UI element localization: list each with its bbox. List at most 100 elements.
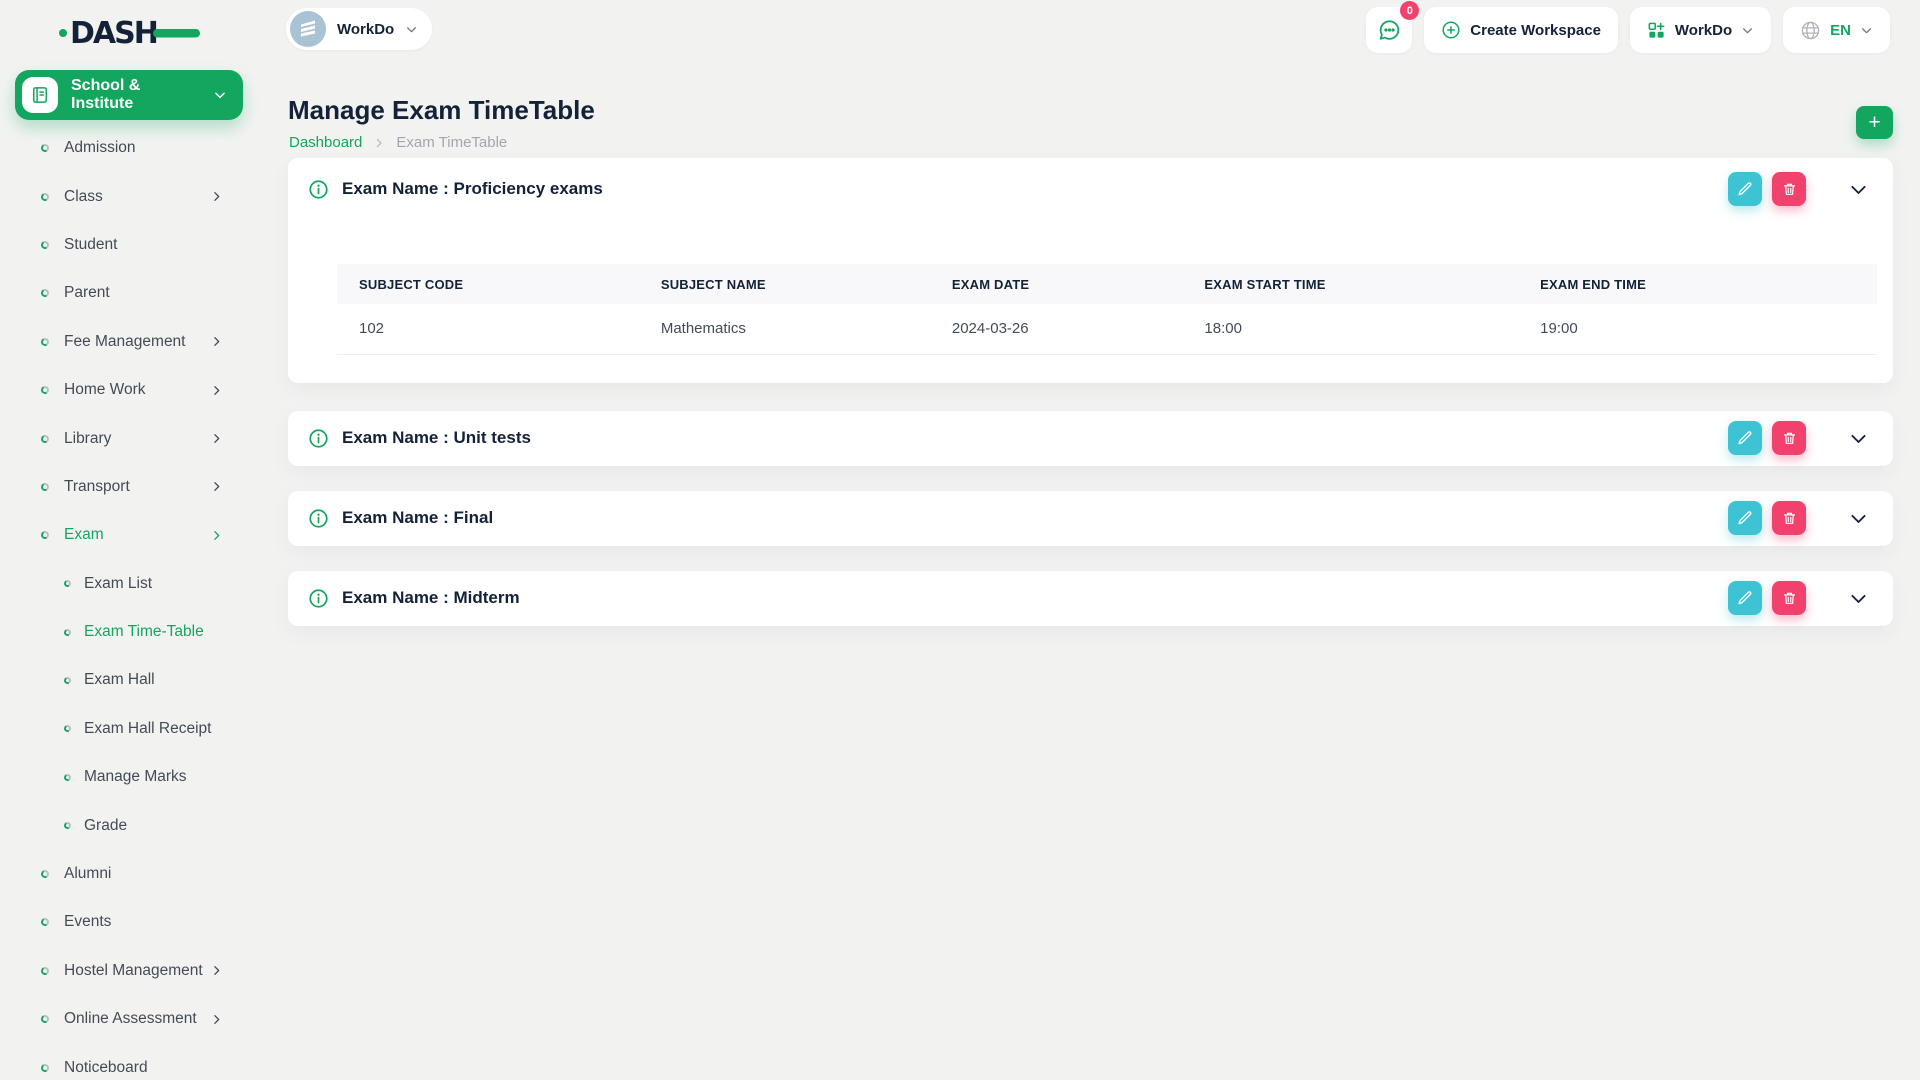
edit-exam-button[interactable] — [1728, 421, 1762, 455]
dash-logo[interactable]: DASH — [58, 12, 208, 52]
bullet-icon — [40, 530, 50, 540]
exam-card-midterm: Exam Name : Midterm — [288, 571, 1893, 626]
sidebar-item-label: Manage Marks — [84, 768, 187, 786]
chevron-right-icon — [210, 529, 223, 542]
delete-exam-button[interactable] — [1772, 581, 1806, 615]
chevron-right-icon — [210, 432, 223, 445]
exam-card-proficiency-exams: Exam Name : Proficiency exams SUBJECT COD… — [288, 158, 1893, 383]
language-selector-button[interactable]: EN — [1783, 7, 1890, 53]
sidebar-item-library[interactable]: Library — [0, 414, 262, 462]
bullet-icon — [40, 434, 50, 444]
info-icon — [308, 428, 329, 449]
collapse-toggle-button[interactable] — [1848, 508, 1869, 529]
delete-exam-button[interactable] — [1772, 501, 1806, 535]
exam-card-final: Exam Name : Final — [288, 491, 1893, 546]
bullet-icon — [40, 337, 50, 347]
sidebar-item-exam-hall-receipt[interactable]: Exam Hall Receipt — [0, 705, 262, 753]
sidebar-item-exam-time-table[interactable]: Exam Time-Table — [0, 608, 262, 656]
collapse-toggle-button[interactable] — [1848, 428, 1869, 449]
info-icon — [308, 508, 329, 529]
trash-icon — [1782, 590, 1797, 606]
chevron-down-icon — [1860, 24, 1873, 37]
chevron-right-icon — [210, 480, 223, 493]
breadcrumb-dashboard[interactable]: Dashboard — [289, 134, 362, 151]
module-selector[interactable]: School & Institute — [15, 70, 243, 120]
sidebar-item-class[interactable]: Class — [0, 172, 262, 220]
app-selector-button[interactable]: WorkDo — [1630, 7, 1771, 53]
exam-card-header[interactable]: Exam Name : Final — [288, 491, 1893, 546]
bullet-icon — [40, 240, 50, 250]
info-icon — [308, 588, 329, 609]
sidebar-item-events[interactable]: Events — [0, 898, 262, 946]
breadcrumb-current: Exam TimeTable — [396, 134, 507, 151]
book-icon — [22, 77, 58, 113]
sidebar-item-exam[interactable]: Exam — [0, 511, 262, 559]
sidebar-item-exam-list[interactable]: Exam List — [0, 560, 262, 608]
globe-icon — [1800, 20, 1821, 41]
chevron-down-icon — [405, 23, 418, 36]
language-code: EN — [1830, 22, 1851, 39]
edit-exam-button[interactable] — [1728, 581, 1762, 615]
exam-card-header[interactable]: Exam Name : Midterm — [288, 571, 1893, 626]
sidebar-item-home-work[interactable]: Home Work — [0, 366, 262, 414]
pencil-icon — [1737, 430, 1753, 446]
bullet-icon — [40, 1014, 50, 1024]
timetable-row: 102Mathematics2024-03-2618:0019:00 — [337, 304, 1877, 354]
sidebar-item-online-assessment[interactable]: Online Assessment — [0, 995, 262, 1043]
sidebar-item-label: Noticeboard — [64, 1059, 148, 1077]
sidebar-item-fee-management[interactable]: Fee Management — [0, 318, 262, 366]
svg-text:DASH: DASH — [70, 16, 157, 51]
timetable-cell: 2024-03-26 — [930, 304, 1183, 354]
sidebar-item-noticeboard[interactable]: Noticeboard — [0, 1043, 262, 1080]
sidebar-item-manage-marks[interactable]: Manage Marks — [0, 753, 262, 801]
sidebar-item-transport[interactable]: Transport — [0, 463, 262, 511]
sidebar-item-exam-hall[interactable]: Exam Hall — [0, 656, 262, 704]
circle-plus-icon — [1441, 20, 1461, 40]
breadcrumb: Dashboard Exam TimeTable — [289, 134, 507, 151]
timetable-header-row: SUBJECT CODESUBJECT NAMEEXAM DATEEXAM ST… — [337, 264, 1877, 304]
workspace-selector[interactable]: WorkDo — [286, 8, 432, 50]
chat-icon — [1377, 18, 1402, 43]
edit-exam-button[interactable] — [1728, 501, 1762, 535]
sidebar-item-label: Grade — [84, 817, 127, 835]
pencil-icon — [1737, 181, 1753, 197]
sidebar: School & Institute AdmissionClassStudent… — [0, 70, 262, 1080]
sidebar-item-hostel-management[interactable]: Hostel Management — [0, 947, 262, 995]
exam-card-title: Exam Name : Proficiency exams — [342, 179, 603, 199]
collapse-toggle-button[interactable] — [1848, 588, 1869, 609]
column-header: SUBJECT NAME — [639, 264, 930, 304]
info-icon — [308, 179, 329, 200]
timetable-cell: 19:00 — [1518, 304, 1877, 354]
sidebar-item-label: Events — [64, 913, 111, 931]
bullet-icon — [40, 288, 50, 298]
sidebar-item-admission[interactable]: Admission — [0, 124, 262, 172]
column-header: EXAM END TIME — [1518, 264, 1877, 304]
sidebar-item-grade[interactable]: Grade — [0, 801, 262, 849]
add-exam-timetable-button[interactable]: + — [1856, 106, 1893, 139]
delete-exam-button[interactable] — [1772, 172, 1806, 206]
exam-card-header[interactable]: Exam Name : Proficiency exams — [288, 158, 1893, 220]
sidebar-item-label: Exam Hall — [84, 671, 155, 689]
sidebar-item-alumni[interactable]: Alumni — [0, 850, 262, 898]
exam-card-title: Exam Name : Midterm — [342, 588, 520, 608]
pencil-icon — [1737, 590, 1753, 606]
pencil-icon — [1737, 510, 1753, 526]
create-workspace-button[interactable]: Create Workspace — [1424, 7, 1618, 53]
delete-exam-button[interactable] — [1772, 421, 1806, 455]
collapse-toggle-button[interactable] — [1848, 179, 1869, 200]
chevron-down-icon — [1848, 179, 1869, 200]
bullet-icon — [63, 579, 72, 588]
column-header: SUBJECT CODE — [337, 264, 639, 304]
chevron-right-icon — [210, 335, 223, 348]
sidebar-item-label: Alumni — [64, 865, 111, 883]
edit-exam-button[interactable] — [1728, 172, 1762, 206]
bullet-icon — [63, 676, 72, 685]
bullet-icon — [63, 821, 72, 830]
messages-button[interactable]: 0 — [1366, 7, 1412, 53]
sidebar-item-student[interactable]: Student — [0, 221, 262, 269]
page-title: Manage Exam TimeTable — [288, 95, 595, 126]
exam-card-header[interactable]: Exam Name : Unit tests — [288, 411, 1893, 466]
sidebar-item-label: Exam — [64, 526, 104, 544]
message-count-badge: 0 — [1400, 1, 1419, 20]
sidebar-item-parent[interactable]: Parent — [0, 269, 262, 317]
